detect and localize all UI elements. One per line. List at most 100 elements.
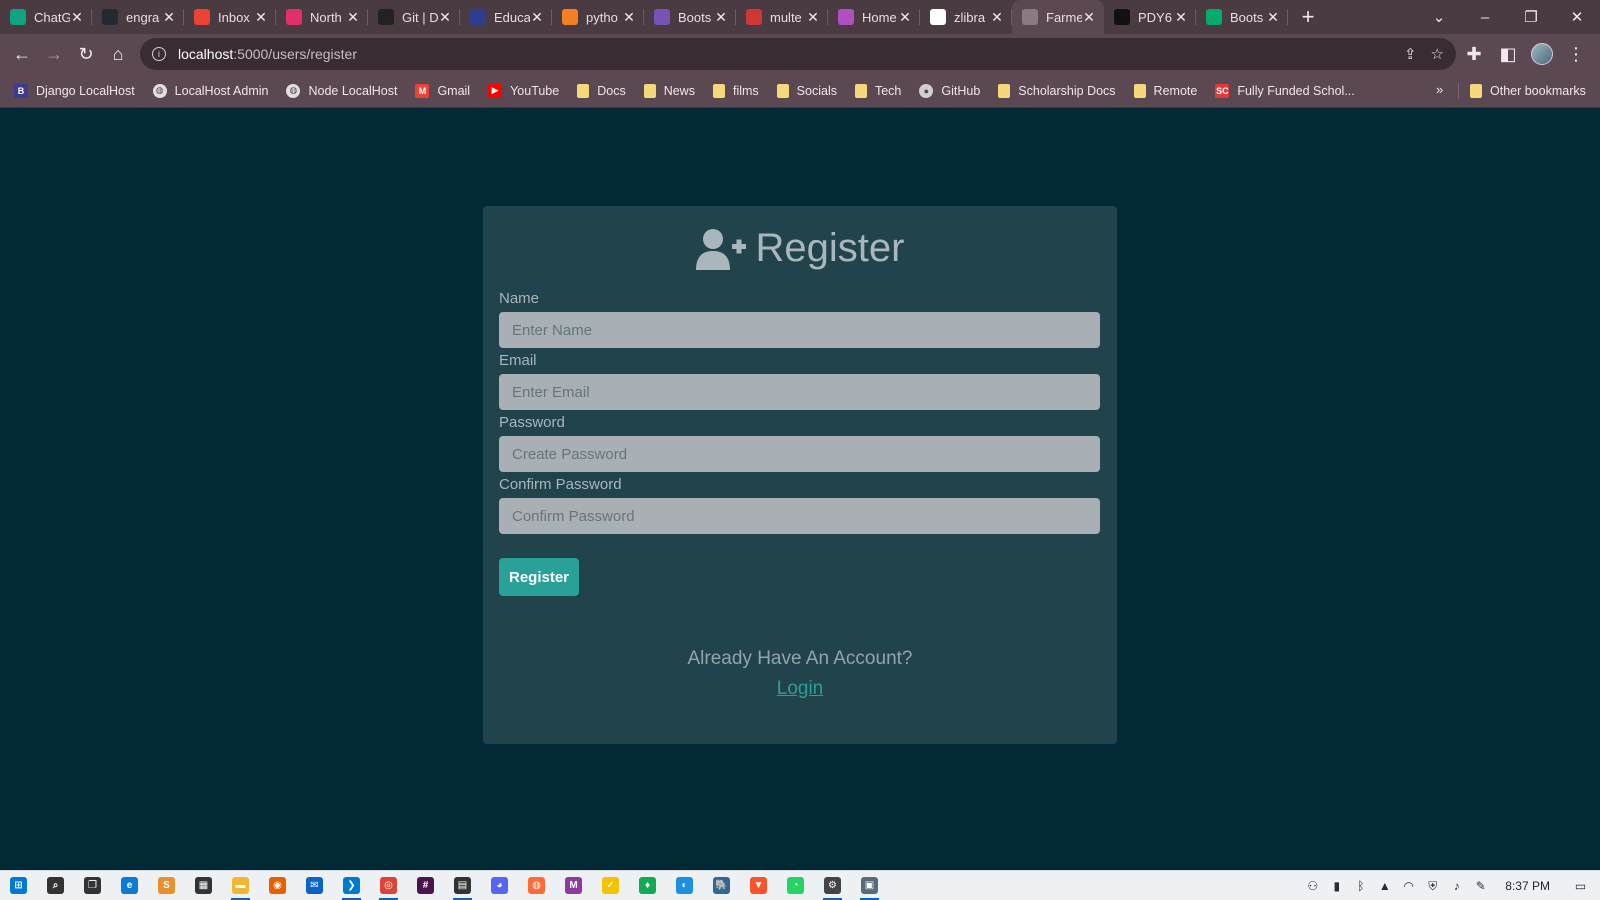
taskbar-app[interactable]: ❐ (74, 871, 111, 900)
taskbar-app[interactable]: 🐘 (703, 871, 740, 900)
browser-tab[interactable]: Educa ✕ (460, 0, 552, 34)
taskbar-app[interactable]: ▦ (185, 871, 222, 900)
taskbar-app[interactable]: ✉ (296, 871, 333, 900)
password-field[interactable] (499, 436, 1100, 472)
browser-tab[interactable]: ChatG ✕ (0, 0, 92, 34)
close-window-button[interactable]: ✕ (1554, 0, 1600, 34)
taskbar-app[interactable]: ✓ (592, 871, 629, 900)
close-tab-icon[interactable]: ✕ (622, 9, 636, 26)
close-tab-icon[interactable]: ✕ (714, 9, 728, 26)
restore-button[interactable]: ❐ (1508, 0, 1554, 34)
close-tab-icon[interactable]: ✕ (1266, 9, 1280, 26)
site-info-icon[interactable]: i (152, 47, 166, 61)
side-panel-button[interactable]: ◧ (1492, 38, 1524, 70)
bookmark-item[interactable]: Remote (1133, 83, 1197, 98)
browser-tab[interactable]: Home ✕ (828, 0, 920, 34)
pen-icon[interactable]: ✎ (1473, 879, 1488, 894)
bookmark-item[interactable]: ◍ LocalHost Admin (152, 83, 268, 98)
taskbar-app[interactable]: M (555, 871, 592, 900)
close-tab-icon[interactable]: ✕ (898, 9, 912, 26)
address-bar[interactable]: i localhost:5000/users/register ⇪ ☆ (140, 38, 1456, 70)
bookmark-item[interactable]: M Gmail (415, 83, 470, 98)
taskbar-app[interactable]: ▤ (444, 871, 481, 900)
clock[interactable]: 8:37 PM (1505, 879, 1550, 893)
close-tab-icon[interactable]: ✕ (254, 9, 268, 26)
email-field[interactable] (499, 374, 1100, 410)
close-tab-icon[interactable]: ✕ (346, 9, 360, 26)
security-icon[interactable]: ⛨ (1425, 879, 1440, 894)
close-tab-icon[interactable]: ✕ (162, 9, 176, 26)
browser-tab[interactable]: Boots ✕ (644, 0, 736, 34)
taskbar-app[interactable]: ◎ (370, 871, 407, 900)
taskbar-app[interactable]: ◔ (777, 871, 814, 900)
browser-tab[interactable]: Inbox ✕ (184, 0, 276, 34)
close-tab-icon[interactable]: ✕ (438, 9, 452, 26)
people-icon[interactable]: ⚇ (1305, 879, 1320, 894)
taskbar-app[interactable]: ▬ (222, 871, 259, 900)
extensions-button[interactable]: ✚ (1458, 38, 1490, 70)
browser-tab[interactable]: engra ✕ (92, 0, 184, 34)
share-icon[interactable]: ⇪ (1404, 45, 1417, 63)
taskbar-app[interactable]: ◍ (518, 871, 555, 900)
close-tab-icon[interactable]: ✕ (806, 9, 820, 26)
bookmark-item[interactable]: News (643, 83, 695, 98)
minimize-button[interactable]: – (1462, 0, 1508, 34)
confirm-password-field[interactable] (499, 498, 1100, 534)
close-tab-icon[interactable]: ✕ (70, 9, 84, 26)
taskbar-app[interactable]: S (148, 871, 185, 900)
taskbar-app[interactable]: e (111, 871, 148, 900)
taskbar-app[interactable]: ⚙ (814, 871, 851, 900)
taskbar-app[interactable]: ♦ (629, 871, 666, 900)
browser-tab[interactable]: PDY6 ✕ (1104, 0, 1196, 34)
taskbar-app[interactable]: ▣ (851, 871, 888, 900)
forward-button[interactable]: → (38, 38, 70, 70)
taskbar-app[interactable]: ❯ (333, 871, 370, 900)
taskbar-app[interactable]: # (407, 871, 444, 900)
close-tab-icon[interactable]: ✕ (990, 9, 1004, 26)
name-field[interactable] (499, 312, 1100, 348)
reload-button[interactable]: ↻ (70, 38, 102, 70)
bookmark-item[interactable]: Scholarship Docs (998, 83, 1116, 98)
more-bookmarks-button[interactable]: » (1436, 82, 1443, 97)
browser-tab[interactable]: Farme ✕ (1012, 0, 1104, 34)
bookmark-item[interactable]: films (712, 83, 759, 98)
bluetooth-icon[interactable]: ᛒ (1353, 879, 1368, 894)
taskbar-app[interactable]: ⊞ (0, 871, 37, 900)
taskbar-app[interactable]: ⌕ (37, 871, 74, 900)
back-button[interactable]: ← (6, 38, 38, 70)
browser-tab[interactable]: Git | D ✕ (368, 0, 460, 34)
bookmark-item[interactable]: SC Fully Funded Schol... (1215, 83, 1355, 98)
tab-search-button[interactable]: ⌄ (1416, 0, 1462, 34)
bookmark-item[interactable]: B Django LocalHost (14, 83, 135, 98)
other-bookmarks-folder[interactable]: Other bookmarks (1470, 74, 1586, 108)
bookmark-item[interactable]: ◍ Node LocalHost (286, 83, 397, 98)
home-button[interactable]: ⌂ (102, 38, 134, 70)
taskbar-app[interactable]: ◉ (259, 871, 296, 900)
bookmark-item[interactable]: ▶ YouTube (488, 83, 559, 98)
taskbar-app[interactable]: ◕ (481, 871, 518, 900)
wifi-icon[interactable]: ◠ (1401, 879, 1416, 894)
close-tab-icon[interactable]: ✕ (530, 9, 544, 26)
browser-tab[interactable]: pytho ✕ (552, 0, 644, 34)
login-link[interactable]: Login (777, 678, 824, 699)
volume-icon[interactable]: ♪ (1449, 879, 1464, 894)
notifications-icon[interactable]: ▭ (1573, 879, 1588, 894)
browser-tab[interactable]: multe ✕ (736, 0, 828, 34)
register-button[interactable]: Register (499, 558, 579, 596)
browser-tab[interactable]: zlibra ✕ (920, 0, 1012, 34)
new-tab-button[interactable]: + (1288, 0, 1328, 34)
bookmark-item[interactable]: Tech (854, 83, 901, 98)
menu-button[interactable]: ⋮ (1560, 38, 1592, 70)
notes-icon[interactable]: ▮ (1329, 879, 1344, 894)
close-tab-icon[interactable]: ✕ (1174, 9, 1188, 26)
bookmark-item[interactable]: Docs (577, 83, 626, 98)
bookmark-item[interactable]: ● GitHub (919, 83, 980, 98)
browser-tab[interactable]: Boots ✕ (1196, 0, 1288, 34)
bookmark-star-icon[interactable]: ☆ (1431, 45, 1444, 63)
vlc-icon[interactable]: ▲ (1377, 879, 1392, 894)
profile-button[interactable] (1526, 38, 1558, 70)
browser-tab[interactable]: North ✕ (276, 0, 368, 34)
bookmark-item[interactable]: Socials (776, 83, 837, 98)
taskbar-app[interactable]: ◐ (666, 871, 703, 900)
taskbar-app[interactable]: ▼ (740, 871, 777, 900)
